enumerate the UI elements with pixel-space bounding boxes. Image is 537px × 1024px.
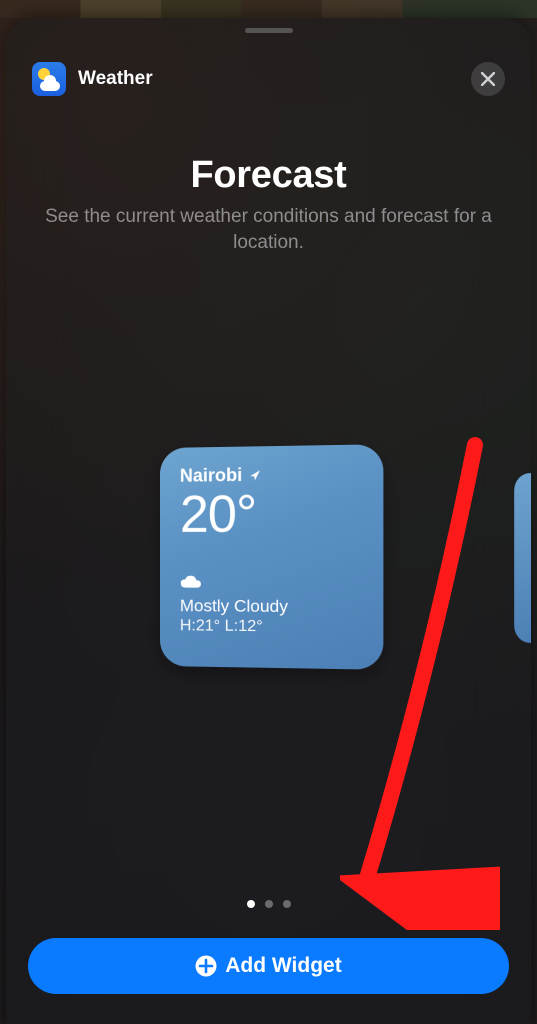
plus-circle-icon — [195, 955, 217, 977]
app-header-row: Weather — [32, 62, 505, 96]
app-name-label: Weather — [78, 68, 153, 90]
home-screen-peek — [0, 0, 537, 18]
widget-location-row: Nairobi — [179, 463, 361, 487]
close-button[interactable] — [471, 62, 505, 96]
widget-preview-carousel[interactable]: Nairobi 20° Mostly Cloudy H:21° L:12° — [6, 448, 531, 666]
cloud-icon — [179, 575, 361, 595]
location-arrow-icon — [248, 469, 261, 482]
sheet-subtitle: See the current weather conditions and f… — [30, 204, 507, 255]
widget-temperature: 20° — [179, 487, 361, 541]
widget-config-sheet: Weather Forecast See the current weather… — [6, 18, 531, 1024]
page-dot-1 — [247, 900, 255, 908]
page-indicator[interactable] — [6, 900, 531, 908]
widget-condition-label: Mostly Cloudy — [179, 596, 361, 618]
add-widget-button-label: Add Widget — [225, 954, 341, 978]
widget-high-low-label: H:21° L:12° — [179, 617, 361, 637]
sheet-grabber[interactable] — [245, 28, 293, 33]
sheet-title: Forecast — [6, 154, 531, 197]
weather-app-icon — [32, 62, 66, 96]
next-widget-peek[interactable] — [514, 472, 531, 643]
weather-widget-small-preview: Nairobi 20° Mostly Cloudy H:21° L:12° — [160, 444, 383, 670]
page-dot-3 — [283, 900, 291, 908]
page-dot-2 — [265, 900, 273, 908]
widget-location-label: Nairobi — [179, 465, 241, 487]
add-widget-button[interactable]: Add Widget — [28, 938, 509, 994]
close-icon — [481, 72, 495, 86]
